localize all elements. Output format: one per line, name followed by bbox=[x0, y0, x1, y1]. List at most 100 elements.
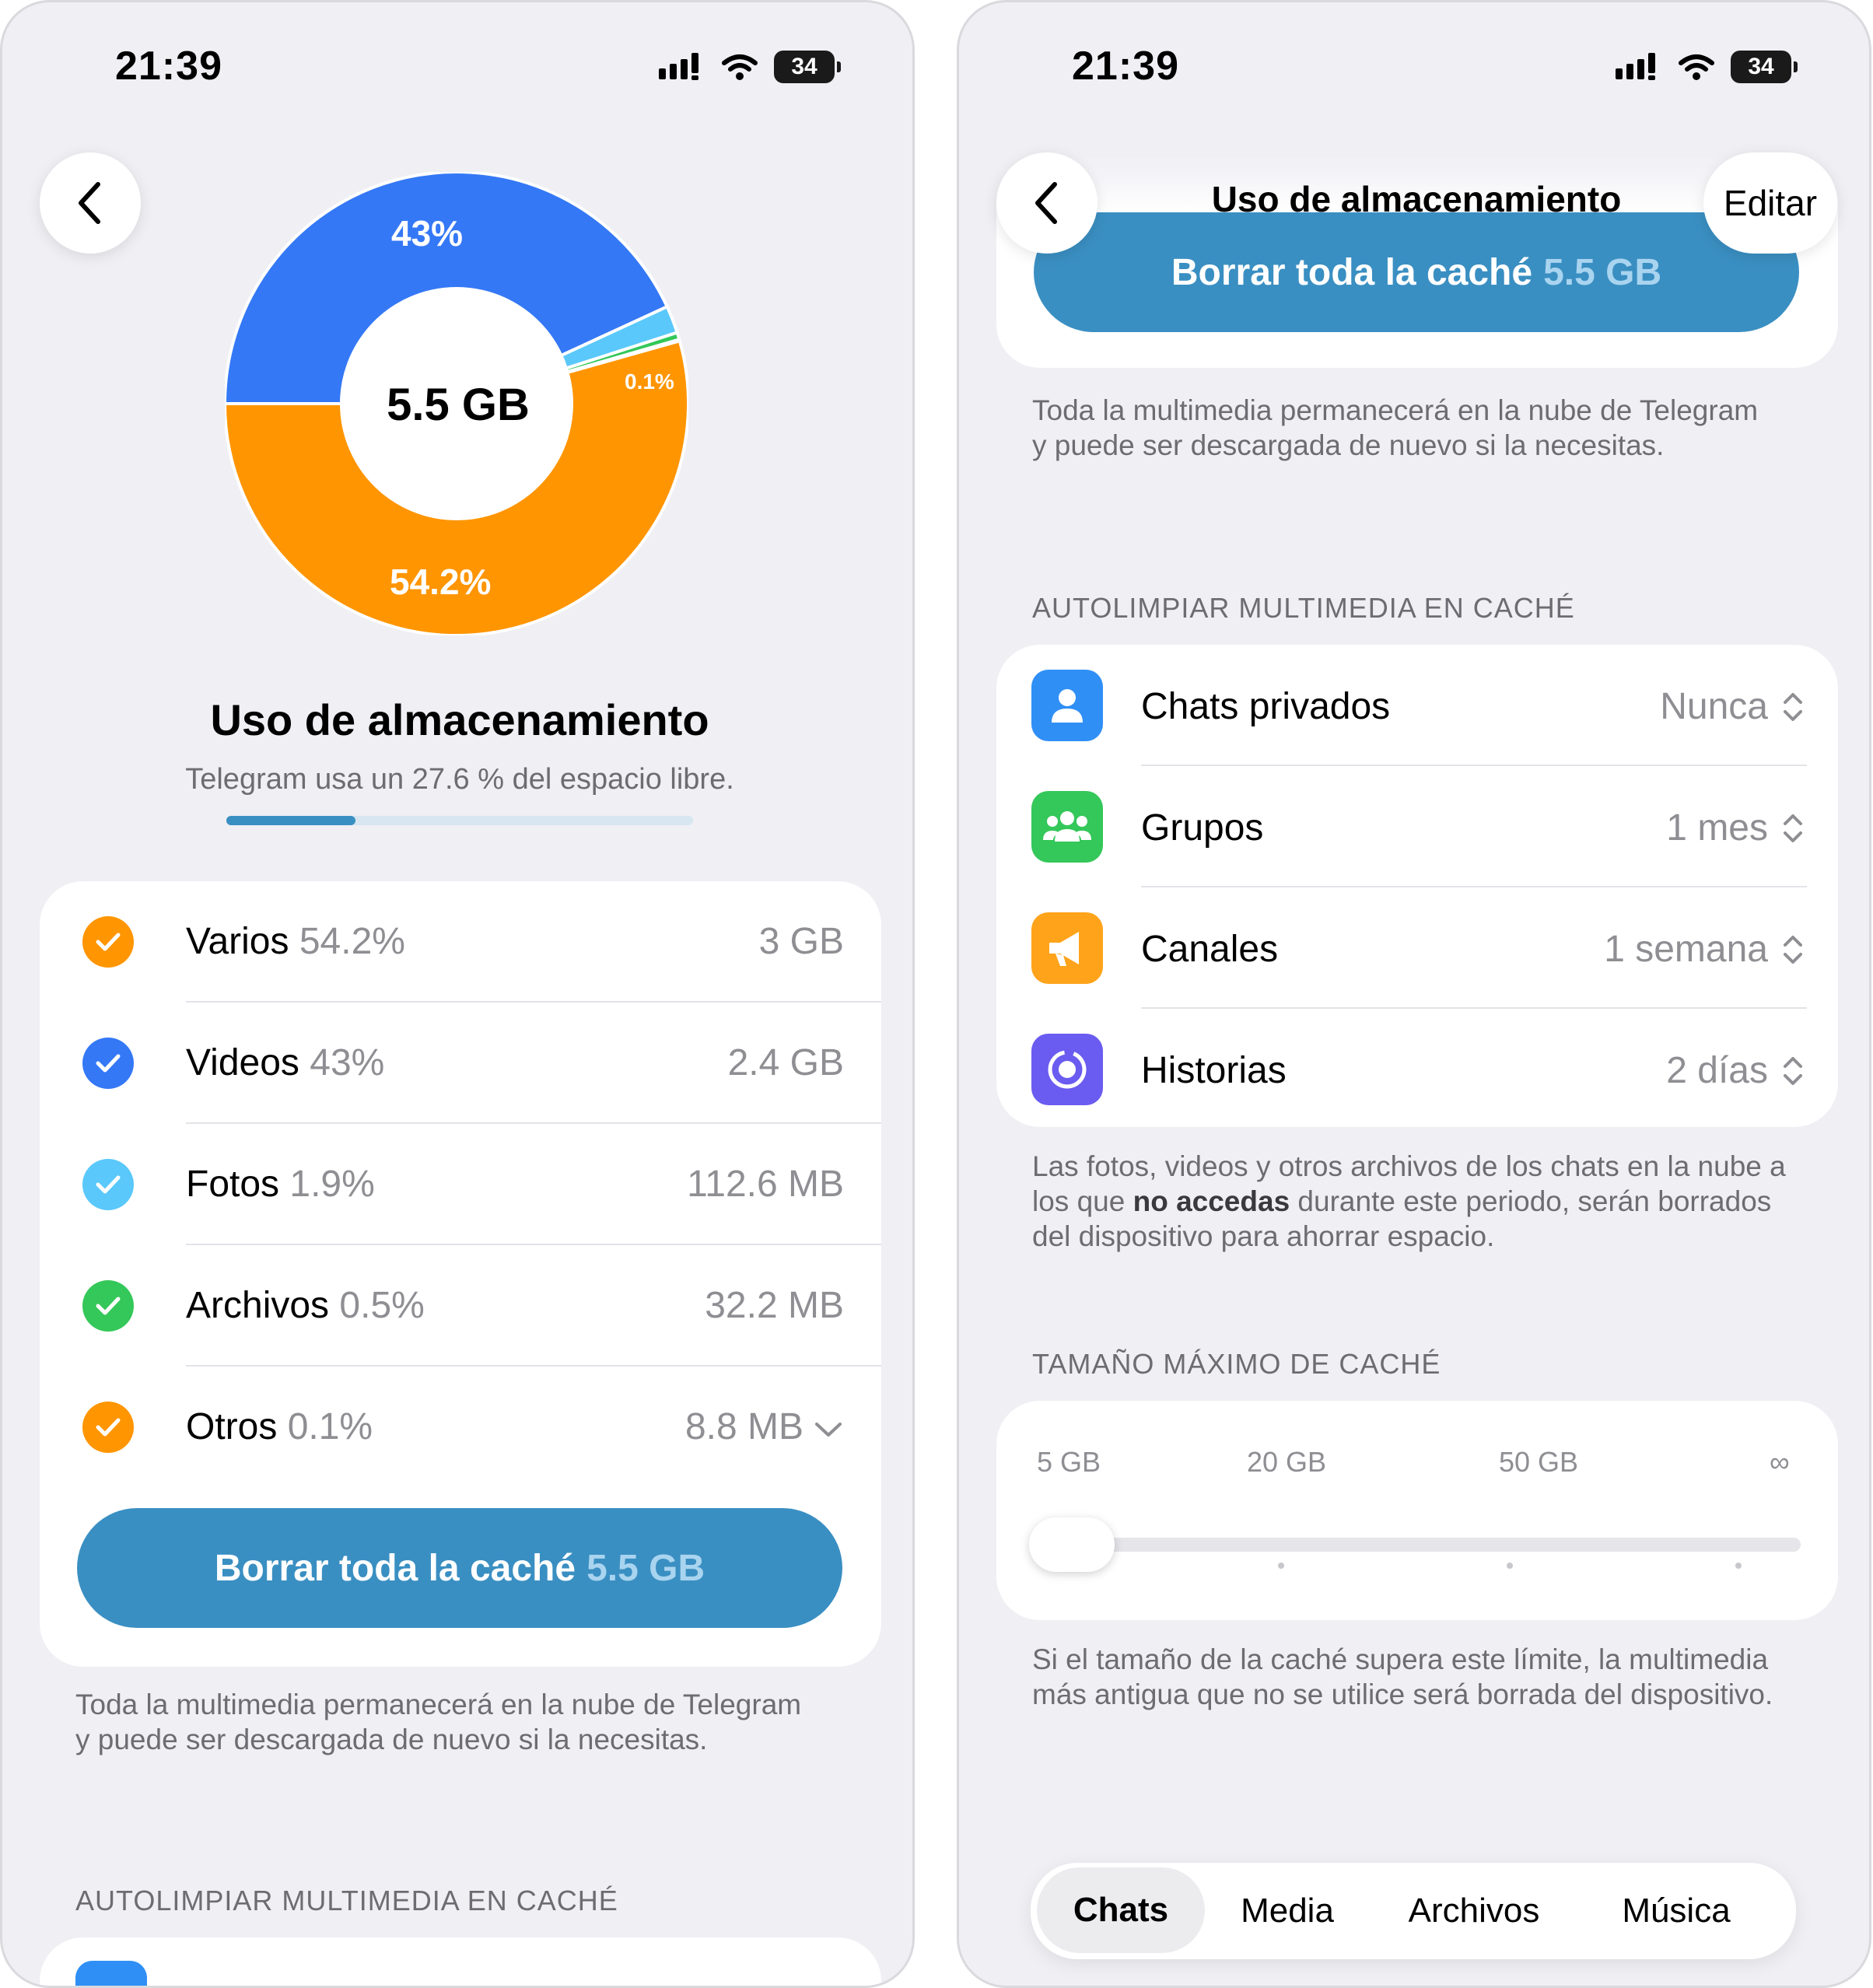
category-size: 8.8 MB bbox=[684, 1406, 803, 1447]
autoclean-row[interactable]: Chats privados Nunca bbox=[996, 645, 1838, 766]
donut-label-varios: 54.2% bbox=[390, 562, 492, 602]
category-percent: 1.9% bbox=[289, 1164, 375, 1205]
autoclean-label: Canales bbox=[1141, 929, 1279, 970]
chevron-down-icon[interactable] bbox=[813, 1419, 844, 1440]
checkmark-icon bbox=[96, 933, 121, 951]
category-name: Varios bbox=[186, 921, 289, 962]
category-row[interactable]: Videos 43% 2.4 GB bbox=[40, 1003, 881, 1124]
wifi-icon bbox=[1679, 54, 1714, 80]
slider-tick-label: 20 GB bbox=[1247, 1446, 1327, 1478]
updown-chevron-icon[interactable] bbox=[1779, 810, 1807, 847]
cloud-note: Toda la multimedia permanecerá en la nub… bbox=[75, 1689, 802, 1755]
checkbox-checked-icon[interactable] bbox=[82, 916, 134, 968]
category-row[interactable]: Otros 0.1% 8.8 MB bbox=[40, 1367, 881, 1488]
slider-dot bbox=[1735, 1563, 1742, 1569]
checkmark-icon bbox=[96, 1418, 121, 1437]
category-card: Varios 54.2% 3 GB Videos 43% 2.4 GB Fotos 1.… bbox=[40, 881, 881, 1667]
autoclean-label: Chats privados bbox=[1141, 686, 1391, 727]
category-label: Archivos 0.5% bbox=[186, 1284, 425, 1327]
autoclean-value[interactable]: 1 semana bbox=[1604, 928, 1768, 971]
autoclean-row[interactable]: Canales 1 semana bbox=[996, 887, 1838, 1009]
category-name: Archivos bbox=[186, 1285, 330, 1326]
status-time: 21:39 bbox=[1072, 44, 1179, 89]
usage-progress-fill bbox=[226, 816, 355, 825]
category-percent: 0.1% bbox=[287, 1406, 373, 1447]
section-autoclean-header: AUTOLIMPIAR MULTIMEDIA EN CACHÉ bbox=[75, 1885, 618, 1916]
autoclean-row[interactable]: Grupos 1 mes bbox=[996, 766, 1838, 887]
category-row[interactable]: Archivos 0.5% 32.2 MB bbox=[40, 1245, 881, 1367]
cache-size-slider[interactable] bbox=[1045, 1538, 1801, 1552]
checkbox-checked-icon[interactable] bbox=[82, 1402, 134, 1453]
autoclean-card: Chats privados Nunca Grupos 1 mes Canales 1 s… bbox=[996, 645, 1838, 1127]
autoclean-value[interactable]: 2 días bbox=[1666, 1049, 1768, 1092]
updown-chevron-icon[interactable] bbox=[1779, 1052, 1807, 1090]
maxsize-card: 5 GB 20 GB 50 GB ∞ bbox=[996, 1401, 1838, 1620]
status-icons: 34 bbox=[1616, 51, 1798, 83]
person-icon bbox=[75, 1961, 147, 1986]
tab-archivos[interactable]: Archivos bbox=[1373, 1863, 1575, 1959]
clear-cache-button[interactable]: Borrar toda la caché 5.5 GB bbox=[77, 1508, 842, 1628]
checkbox-checked-icon[interactable] bbox=[82, 1280, 134, 1332]
slider-dot bbox=[1278, 1563, 1284, 1569]
category-label: Varios 54.2% bbox=[186, 920, 405, 963]
updown-chevron-icon[interactable] bbox=[1779, 688, 1807, 726]
edit-label: Editar bbox=[1723, 183, 1818, 223]
left-screen: 21:39 34 5.5 GB 43% 54.2% 0.1% Uso de al… bbox=[0, 0, 915, 1988]
checkmark-icon bbox=[96, 1297, 121, 1315]
slider-thumb[interactable] bbox=[1029, 1517, 1115, 1572]
category-label: Otros 0.1% bbox=[186, 1405, 373, 1448]
category-row[interactable]: Varios 54.2% 3 GB bbox=[40, 881, 881, 1003]
donut-label-otros: 0.1% bbox=[625, 369, 674, 394]
autoclean-row[interactable]: Historias 2 días bbox=[996, 1009, 1838, 1130]
usage-progress-bar bbox=[226, 816, 693, 825]
clear-cache-label: Borrar toda la caché bbox=[214, 1547, 576, 1589]
chevron-left-icon bbox=[1035, 182, 1057, 224]
autoclean-note: Las fotos, videos y otros archivos de lo… bbox=[1032, 1149, 1810, 1254]
megaphone-icon bbox=[1031, 912, 1103, 984]
slider-tick-label: 5 GB bbox=[1037, 1446, 1101, 1478]
signal-icon bbox=[659, 53, 698, 80]
slider-tick-label: 50 GB bbox=[1499, 1446, 1579, 1478]
checkmark-icon bbox=[96, 1054, 121, 1073]
battery-icon: 34 bbox=[774, 51, 841, 83]
back-button[interactable] bbox=[40, 152, 141, 254]
autoclean-value[interactable]: 1 mes bbox=[1666, 807, 1768, 849]
category-row[interactable]: Fotos 1.9% 112.6 MB bbox=[40, 1124, 881, 1245]
status-icons: 34 bbox=[659, 51, 841, 83]
tab-chats[interactable]: Chats bbox=[1037, 1867, 1205, 1953]
media-tab-bar: Chats Media Archivos Música bbox=[1031, 1863, 1796, 1959]
updown-chevron-icon[interactable] bbox=[1779, 931, 1807, 968]
back-button[interactable] bbox=[996, 152, 1098, 254]
checkbox-checked-icon[interactable] bbox=[82, 1159, 134, 1210]
donut-label-videos: 43% bbox=[391, 213, 464, 254]
battery-icon: 34 bbox=[1731, 51, 1798, 83]
category-size: 2.4 GB bbox=[727, 1042, 844, 1083]
wifi-icon bbox=[722, 54, 758, 80]
tab-musica[interactable]: Música bbox=[1583, 1863, 1770, 1959]
person-icon bbox=[1031, 670, 1103, 741]
slider-tick-label: ∞ bbox=[1770, 1446, 1790, 1478]
category-size: 112.6 MB bbox=[687, 1164, 844, 1205]
section-autoclean-header: AUTOLIMPIAR MULTIMEDIA EN CACHÉ bbox=[1032, 592, 1575, 624]
category-percent: 54.2% bbox=[299, 921, 405, 962]
status-time: 21:39 bbox=[115, 44, 222, 89]
nav-title: Uso de almacenamiento bbox=[1211, 179, 1622, 219]
donut-total: 5.5 GB bbox=[387, 380, 530, 430]
clear-cache-size: 5.5 GB bbox=[586, 1547, 705, 1589]
category-name: Fotos bbox=[186, 1164, 280, 1205]
checkbox-checked-icon[interactable] bbox=[82, 1038, 134, 1089]
page-title: Uso de almacenamiento bbox=[210, 695, 709, 744]
clear-cache-button[interactable]: Borrar toda la caché 5.5 GB bbox=[1034, 212, 1799, 332]
edit-button[interactable]: Editar bbox=[1703, 152, 1837, 254]
category-size: 3 GB bbox=[758, 921, 844, 962]
category-percent: 0.5% bbox=[339, 1285, 425, 1326]
tab-media[interactable]: Media bbox=[1210, 1863, 1365, 1959]
autoclean-note-bold: no accedas bbox=[1133, 1185, 1290, 1217]
autoclean-value[interactable]: Nunca bbox=[1660, 685, 1768, 728]
category-size: 32.2 MB bbox=[705, 1285, 844, 1326]
autoclean-label: Historias bbox=[1141, 1050, 1287, 1091]
autoclean-card-peek bbox=[40, 1937, 881, 1986]
signal-icon bbox=[1616, 53, 1655, 80]
chevron-left-icon bbox=[79, 182, 100, 224]
storage-subtitle: Telegram usa un 27.6 % del espacio libre… bbox=[185, 763, 734, 796]
